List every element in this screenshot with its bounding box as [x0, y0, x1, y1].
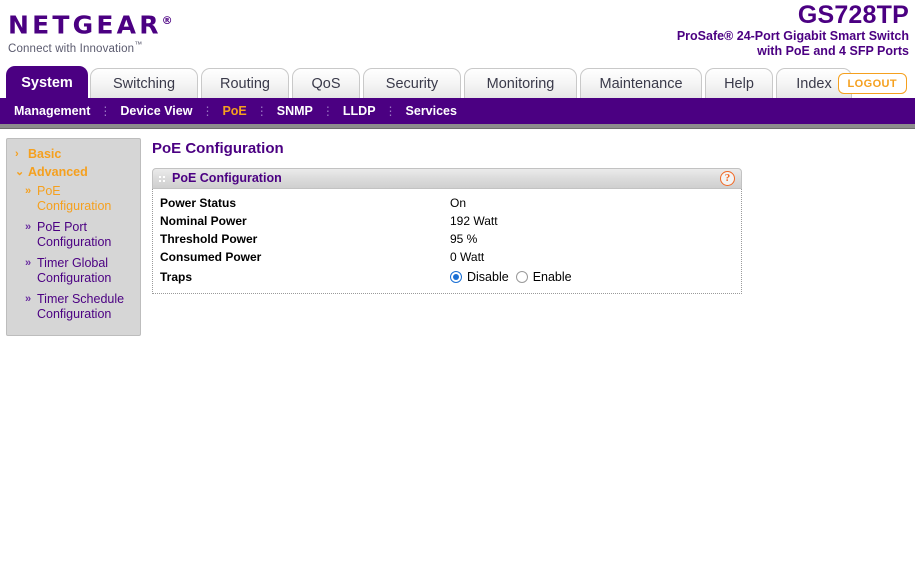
sidebar-group-advanced[interactable]: ⌄ Advanced — [7, 163, 140, 181]
sidebar-item-label: Timer Schedule Configuration — [37, 292, 125, 321]
double-chevron-icon: » — [25, 257, 32, 269]
tab-monitoring[interactable]: Monitoring — [464, 68, 577, 98]
sidebar-item-poe-port-configuration[interactable]: » PoE Port Configuration — [7, 217, 140, 253]
field-value-power-status: On — [450, 196, 467, 210]
traps-radio-group: Disable Enable — [450, 270, 572, 284]
field-label-nominal-power: Nominal Power — [160, 214, 247, 228]
tab-maintenance[interactable]: Maintenance — [580, 68, 702, 98]
sidebar-item-label: PoE Configuration — [37, 184, 112, 213]
sidebar-item-poe-configuration[interactable]: » PoE Configuration — [7, 181, 140, 217]
page-body: › Basic ⌄ Advanced» PoE Configuration» PoE Po… — [0, 129, 915, 577]
field-value-consumed-power: 0 Watt — [450, 250, 485, 264]
sidebar-item-timer-schedule-configuration[interactable]: » Timer Schedule Configuration — [7, 289, 140, 325]
field-label-power-status: Power Status — [160, 196, 237, 210]
drag-handle-icon[interactable] — [158, 175, 172, 182]
traps-radio-disable[interactable]: Disable — [450, 270, 509, 284]
field-label-threshold-power: Threshold Power — [160, 232, 258, 246]
poe-configuration-panel: PoE Configuration ? Power Status On Nomina… — [152, 168, 742, 294]
radio-button-icon[interactable] — [515, 271, 528, 283]
tab-switching[interactable]: Switching — [90, 68, 198, 98]
sidebar-group-basic[interactable]: › Basic — [7, 145, 140, 163]
brand-tagline: Connect with Innovation™ — [8, 40, 143, 56]
netgear-logo: NETGEAR® Connect with Innovation™ — [8, 8, 173, 55]
brand-name: NETGEAR® — [8, 10, 173, 40]
subnav-item-poe[interactable]: PoE — [222, 104, 246, 118]
brand-trademark-icon: ® — [161, 14, 173, 27]
field-row-traps: Traps Disable Enable — [153, 268, 741, 286]
primary-tab-bar: System Switching Routing QoS Security Monitor… — [0, 64, 915, 98]
masthead: NETGEAR® Connect with Innovation™ GS728T… — [0, 0, 915, 64]
sidebar-item-timer-global-configuration[interactable]: » Timer Global Configuration — [7, 253, 140, 289]
traps-radio-label: Enable — [532, 270, 572, 284]
subnav-item-services[interactable]: Services — [406, 104, 457, 118]
sidebar-item-label: PoE Port Configuration — [37, 220, 112, 249]
main-content: PoE Configuration PoE Configuration ? Po… — [150, 129, 915, 294]
sidebar-item-label: Timer Global Configuration — [37, 256, 112, 285]
field-row: Nominal Power 192 Watt — [153, 212, 741, 230]
tab-qos[interactable]: QoS — [292, 68, 360, 98]
field-row: Consumed Power 0 Watt — [153, 248, 741, 266]
subnav-item-lldp[interactable]: LLDP — [343, 104, 376, 118]
tab-security[interactable]: Security — [363, 68, 461, 98]
product-model: GS728TP — [797, 1, 909, 29]
chevron-down-icon: ⌄ — [15, 166, 25, 178]
subnav-item-snmp[interactable]: SNMP — [277, 104, 313, 118]
subnav-separator-icon: ⋮ — [255, 104, 268, 118]
field-label-traps: Traps — [160, 270, 193, 284]
panel-header: PoE Configuration ? — [152, 168, 742, 189]
double-chevron-icon: » — [25, 221, 32, 233]
subnav-separator-icon: ⋮ — [384, 104, 397, 118]
subnav-item-management[interactable]: Management — [14, 104, 90, 118]
sub-navigation-bar: Management ⋮ Device View ⋮ PoE ⋮ SNMP ⋮ LLDP ⋮ Ser… — [0, 98, 915, 124]
traps-radio-label: Disable — [467, 270, 509, 284]
panel-header-title: PoE Configuration — [172, 171, 282, 185]
sidebar-navigation: › Basic ⌄ Advanced» PoE Configuration» PoE Po… — [6, 138, 141, 336]
chevron-right-icon: › — [15, 148, 19, 160]
field-value-nominal-power: 192 Watt — [450, 214, 498, 228]
traps-radio-enable[interactable]: Enable — [515, 270, 572, 284]
logout-button[interactable]: LOGOUT — [837, 73, 907, 94]
subnav-item-device-view[interactable]: Device View — [120, 104, 192, 118]
double-chevron-icon: » — [25, 185, 32, 197]
panel-body: Power Status On Nominal Power 192 Watt Thres… — [152, 189, 742, 294]
field-row: Threshold Power 95 % — [153, 230, 741, 248]
product-description-line2: with PoE and 4 SFP Ports — [757, 44, 909, 58]
tab-system[interactable]: System — [6, 66, 88, 98]
subnav-separator-icon: ⋮ — [201, 104, 214, 118]
tab-routing[interactable]: Routing — [201, 68, 289, 98]
product-description-line1: ProSafe® 24-Port Gigabit Smart Switch — [676, 29, 909, 43]
field-label-consumed-power: Consumed Power — [160, 250, 262, 264]
page-title: PoE Configuration — [152, 140, 284, 157]
sidebar-group-label: Advanced — [28, 165, 88, 179]
double-chevron-icon: » — [25, 293, 32, 305]
subnav-separator-icon: ⋮ — [99, 104, 112, 118]
field-value-threshold-power: 95 % — [450, 232, 478, 246]
field-row: Power Status On — [153, 194, 741, 212]
product-identity: GS728TP ProSafe® 24-Port Gigabit Smart S… — [677, 2, 909, 59]
help-icon[interactable]: ? — [720, 171, 735, 186]
radio-button-icon[interactable] — [450, 271, 462, 283]
tab-help[interactable]: Help — [705, 68, 773, 98]
subnav-separator-icon: ⋮ — [321, 104, 334, 118]
tagline-trademark-icon: ™ — [134, 40, 143, 50]
sidebar-group-label: Basic — [28, 147, 62, 161]
